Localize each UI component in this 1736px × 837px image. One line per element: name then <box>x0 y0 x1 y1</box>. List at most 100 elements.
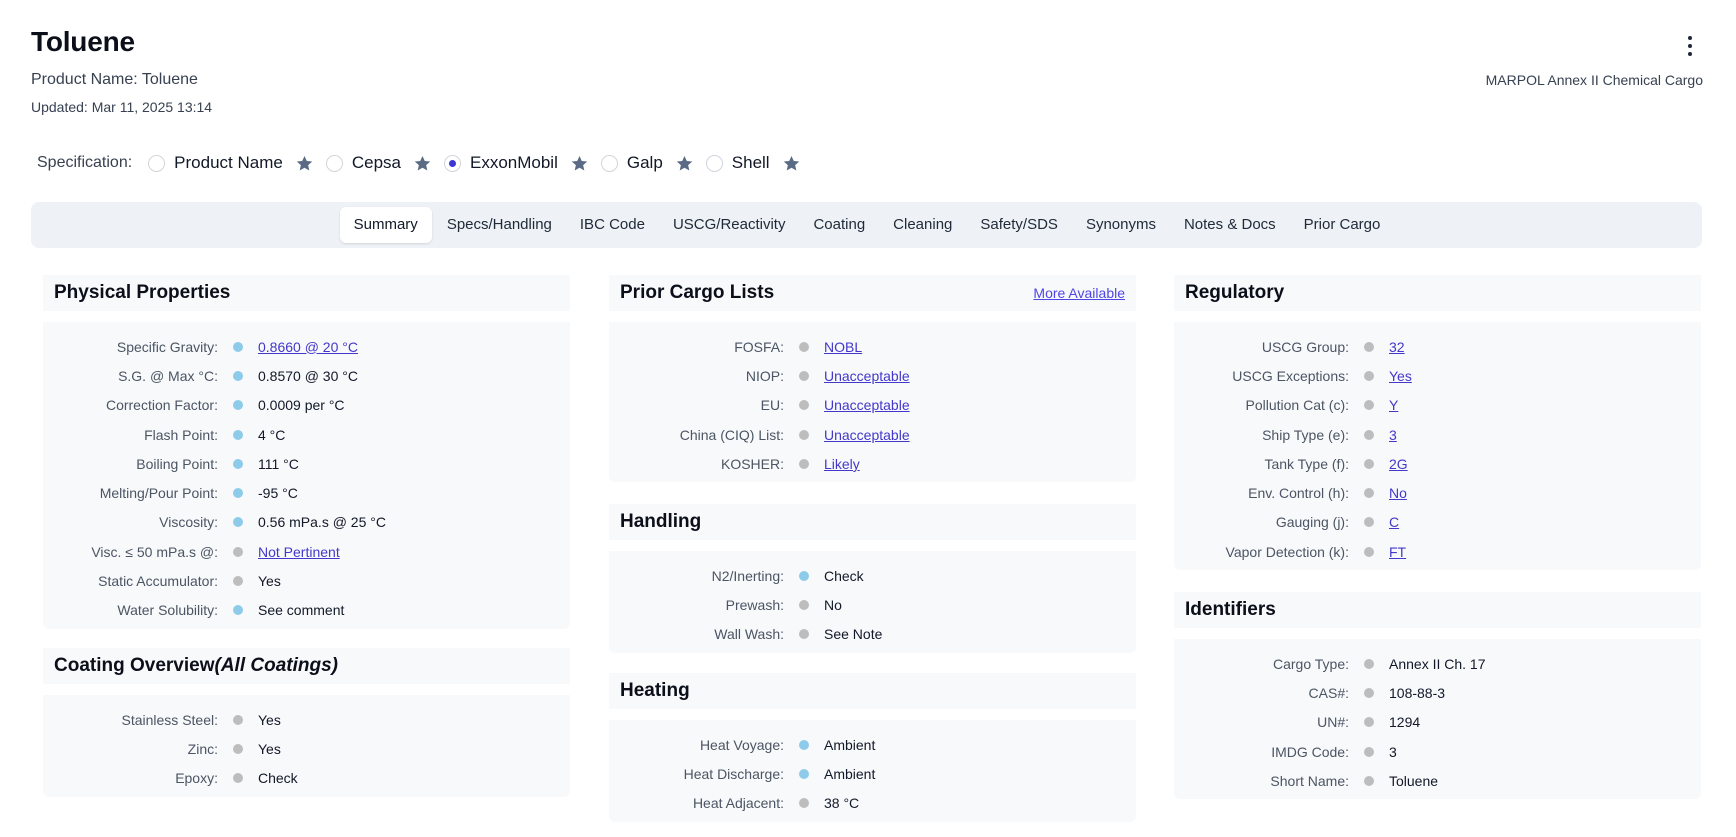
card-body: FOSFA: NOBL NIOP: Unacceptable EU: Unacceptab… <box>609 322 1136 482</box>
spec-option-exxonmobil[interactable]: ExxonMobil <box>443 153 589 173</box>
property-value-link[interactable]: 2G <box>1389 456 1408 472</box>
property-value-link[interactable]: 32 <box>1389 339 1405 355</box>
property-value: -95 °C <box>258 485 298 502</box>
radio-button[interactable] <box>443 154 461 172</box>
status-dot <box>1364 775 1374 786</box>
status-dot <box>1364 341 1374 352</box>
tab-bar: Summary Specs/Handling IBC Code USCG/Reacti… <box>31 202 1702 248</box>
property-value-link[interactable]: Unacceptable <box>824 427 910 443</box>
tab-safety-sds[interactable]: Safety/SDS <box>967 207 1071 243</box>
tab-notes-docs[interactable]: Notes & Docs <box>1171 207 1289 243</box>
heating-card: Heating Heat Voyage: Ambient Heat Discharge… <box>609 673 1136 822</box>
property-row: Ship Type (e): 3 <box>1174 420 1701 449</box>
spec-option-cepsa[interactable]: Cepsa <box>325 153 432 173</box>
tab-uscg-reactivity[interactable]: USCG/Reactivity <box>660 207 799 243</box>
status-dot <box>233 743 243 754</box>
property-label: China (CIQ) List: <box>679 426 784 443</box>
property-value-link[interactable]: Not Pertinent <box>258 544 340 560</box>
tab-ibc-code[interactable]: IBC Code <box>567 207 658 243</box>
tab-synonyms[interactable]: Synonyms <box>1073 207 1169 243</box>
property-label: Tank Type (f): <box>1264 455 1349 472</box>
tab-prior-cargo[interactable]: Prior Cargo <box>1291 207 1394 243</box>
card-title: Regulatory <box>1185 282 1284 304</box>
more-options-icon[interactable] <box>1684 36 1696 56</box>
property-value: Toluene <box>1389 772 1439 789</box>
property-value-link[interactable]: Y <box>1389 397 1398 413</box>
property-row: Water Solubility: See comment <box>43 596 570 625</box>
property-value-link[interactable]: C <box>1389 514 1399 530</box>
radio-button[interactable] <box>325 154 343 172</box>
property-label: IMDG Code: <box>1271 743 1349 760</box>
radio-button[interactable] <box>600 154 618 172</box>
radio-button[interactable] <box>705 154 723 172</box>
status-dot <box>1364 717 1374 728</box>
property-row: Vapor Detection (k): FT <box>1174 537 1701 566</box>
card-title: Handling <box>620 511 701 533</box>
physical-properties-card: Physical Properties Specific Gravity: 0.86… <box>43 275 570 629</box>
property-row: China (CIQ) List: Unacceptable <box>609 420 1136 449</box>
property-value-link[interactable]: NOBL <box>824 339 862 355</box>
more-available-link[interactable]: More Available <box>1033 285 1125 301</box>
coating-overview-card: Coating Overview(All Coatings) Stainless … <box>43 648 570 797</box>
property-value: 38 °C <box>824 795 860 812</box>
status-dot <box>799 629 809 640</box>
status-dot <box>1364 458 1374 469</box>
property-value-link[interactable]: FT <box>1389 544 1406 560</box>
property-row: CAS#: 108-88-3 <box>1174 678 1701 707</box>
property-row: Pollution Cat (c): Y <box>1174 391 1701 420</box>
status-dot <box>233 458 243 469</box>
property-value-link[interactable]: Likely <box>824 456 860 472</box>
status-dot <box>799 599 809 610</box>
tab-cleaning[interactable]: Cleaning <box>880 207 965 243</box>
tab-specs-handling[interactable]: Specs/Handling <box>434 207 565 243</box>
radio-button[interactable] <box>148 154 166 172</box>
status-dot <box>233 576 243 587</box>
spec-option-label: Shell <box>731 153 770 172</box>
star-icon[interactable] <box>295 154 314 173</box>
star-icon[interactable] <box>675 154 694 173</box>
property-value: No <box>824 596 842 613</box>
card-title: Prior Cargo Lists <box>620 282 774 304</box>
property-label: Correction Factor: <box>105 397 218 414</box>
card-title-text: Heating <box>620 680 690 701</box>
property-value: 0.0009 per °C <box>258 397 345 414</box>
property-label: Vapor Detection (k): <box>1225 543 1349 560</box>
property-value: Yes <box>258 573 281 590</box>
status-dot <box>799 341 809 352</box>
property-row: Wall Wash: See Note <box>609 620 1136 649</box>
star-icon[interactable] <box>782 154 801 173</box>
spec-option-product-name[interactable]: Product Name <box>148 153 314 173</box>
property-row: UN#: 1294 <box>1174 708 1701 737</box>
property-value-link[interactable]: No <box>1389 485 1407 501</box>
card-header: Physical Properties <box>43 275 570 322</box>
property-row: Heat Voyage: Ambient <box>609 730 1136 759</box>
prior-cargo-card: Prior Cargo Lists More Available FOSFA: NOB… <box>609 275 1136 483</box>
status-dot <box>233 341 243 352</box>
card-title: Heating <box>620 680 690 702</box>
property-value-link[interactable]: Yes <box>1389 368 1412 384</box>
spec-option-shell[interactable]: Shell <box>705 153 801 173</box>
status-dot <box>799 400 809 411</box>
property-row: Heat Adjacent: 38 °C <box>609 789 1136 818</box>
property-value: Check <box>824 567 864 584</box>
spec-option-label: Galp <box>626 153 663 172</box>
property-row: Heat Discharge: Ambient <box>609 759 1136 788</box>
star-icon[interactable] <box>570 154 589 173</box>
property-value-link[interactable]: 3 <box>1389 427 1397 443</box>
status-dot <box>1364 746 1374 757</box>
cargo-classification: MARPOL Annex II Chemical Cargo <box>1485 72 1703 88</box>
property-row: NIOP: Unacceptable <box>609 361 1136 390</box>
property-value-link[interactable]: Unacceptable <box>824 368 910 384</box>
property-label: Visc. ≤ 50 mPa.s @: <box>91 543 218 560</box>
star-icon[interactable] <box>413 154 432 173</box>
tab-coating[interactable]: Coating <box>800 207 878 243</box>
property-row: Specific Gravity: 0.8660 @ 20 °C <box>43 332 570 361</box>
card-header: Regulatory <box>1174 275 1701 322</box>
property-value-link[interactable]: 0.8660 @ 20 °C <box>258 339 358 355</box>
spec-option-galp[interactable]: Galp <box>600 153 694 173</box>
tab-summary[interactable]: Summary <box>339 207 432 243</box>
card-title-text: Identifiers <box>1185 599 1276 620</box>
property-value-link[interactable]: Unacceptable <box>824 397 910 413</box>
property-row: EU: Unacceptable <box>609 391 1136 420</box>
property-value: 4 °C <box>258 426 286 443</box>
